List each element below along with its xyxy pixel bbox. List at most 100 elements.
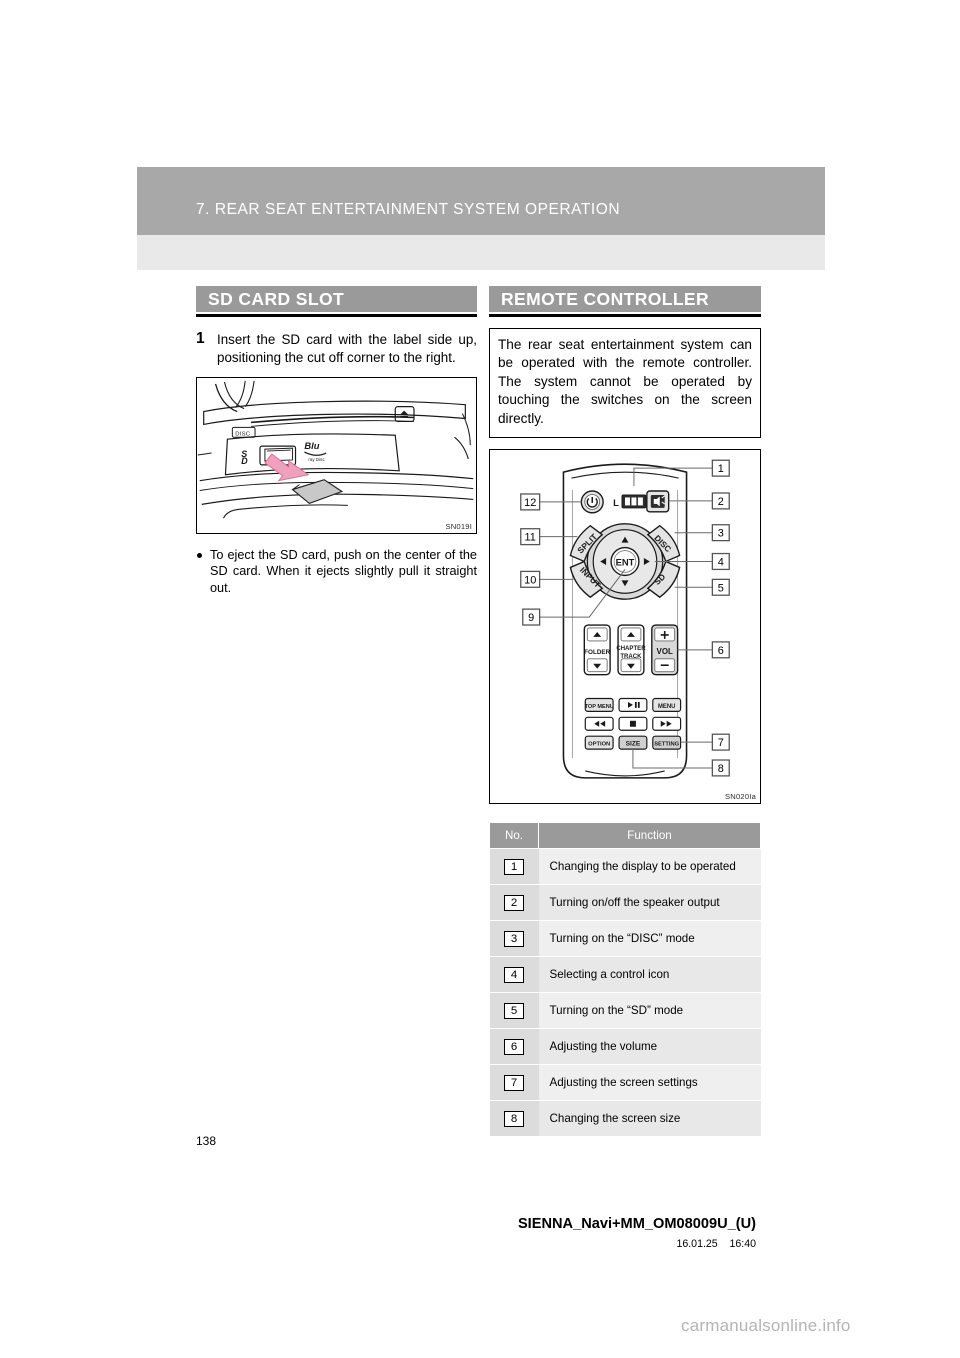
svg-text:DISC: DISC (235, 431, 250, 437)
page-number: 138 (196, 1134, 217, 1148)
svg-text:CHAPTER: CHAPTER (616, 646, 646, 652)
row-number-cell: 2 (489, 884, 539, 922)
svg-text:3: 3 (718, 528, 724, 540)
volume-button: VOL (651, 624, 679, 676)
svg-text:L: L (613, 497, 619, 508)
numbox: 5 (504, 1002, 524, 1019)
table-row: 3 Turning on the “DISC” mode (489, 920, 761, 958)
document-id: SIENNA_Navi+MM_OM08009U_(U) (517, 1216, 756, 1232)
svg-text:SIZE: SIZE (626, 741, 641, 748)
svg-text:6: 6 (718, 645, 724, 657)
svg-text:ENT: ENT (616, 556, 635, 567)
row-number-cell: 4 (489, 956, 539, 994)
table-row: 5 Turning on the “SD” mode (489, 992, 761, 1030)
svg-text:FOLDER: FOLDER (584, 649, 610, 656)
svg-text:1: 1 (718, 463, 724, 475)
row-number-cell: 1 (489, 848, 539, 886)
svg-text:4: 4 (718, 556, 724, 568)
sd-card-slot-section: SD CARD SLOT (196, 286, 477, 317)
chapter-track-button: CHAPTER TRACK (616, 624, 646, 676)
table-row: 1 Changing the display to be operated (489, 848, 761, 886)
figure-code-left: SN019I (444, 522, 473, 531)
sd-logo-glyph: S D (241, 449, 248, 466)
numbox: 7 (504, 1074, 524, 1091)
remote-controller-section: REMOTE CONTROLLER (489, 286, 761, 317)
sd-card-graphic (291, 479, 344, 504)
insert-arrow (264, 453, 310, 482)
section-heading-rule (196, 314, 477, 317)
svg-text:9: 9 (528, 612, 534, 624)
remote-controller-figure: L R (489, 449, 761, 805)
site-watermark: carmanualsonline.info (681, 1316, 851, 1335)
sd-card-slot-figure: S D Blu ray Disc DISC SN019I (196, 377, 477, 534)
chapter-title: 7. REAR SEAT ENTERTAINMENT SYSTEM OPERAT… (196, 201, 621, 218)
section-heading-bar-remote: REMOTE CONTROLLER (489, 286, 761, 312)
table-row: 4 Selecting a control icon (489, 956, 761, 994)
table-row: 2 Turning on/off the speaker output (489, 884, 761, 922)
row-function-cell: Turning on/off the speaker output (538, 884, 761, 922)
function-table: No. Function 1 Changing the display to b… (489, 822, 761, 1138)
row-number-cell: 6 (489, 1028, 539, 1066)
table-header-row: No. Function (489, 822, 761, 850)
numbox: 6 (504, 1038, 524, 1055)
svg-text:ray Disc: ray Disc (308, 457, 325, 462)
keypad-grid: TOP MENU MENU OPTION SIZE SETTING (585, 697, 682, 750)
document-time: 16:40 (729, 1238, 756, 1250)
document-date: 16.01.25 (676, 1238, 718, 1250)
figure-code-right: SN020Ia (724, 792, 757, 802)
section-heading-label: SD CARD SLOT (208, 289, 345, 309)
sd-card-slot-drawing: S D Blu ray Disc DISC (197, 380, 474, 519)
svg-text:12: 12 (524, 497, 536, 509)
numbox: 2 (504, 894, 524, 911)
table-row: 8 Changing the screen size (489, 1100, 761, 1138)
svg-text:2: 2 (718, 496, 724, 508)
step-text: Insert the SD card with the label side u… (217, 332, 477, 365)
remote-controller-drawing: L R (520, 459, 730, 779)
row-function-cell: Turning on the “DISC” mode (538, 920, 761, 958)
table-body: 1 Changing the display to be operated 2 … (489, 848, 761, 1138)
svg-text:D: D (241, 456, 248, 466)
svg-text:5: 5 (718, 582, 724, 594)
table-row: 6 Adjusting the volume (489, 1028, 761, 1066)
row-number-cell: 5 (489, 992, 539, 1030)
svg-text:7: 7 (718, 737, 724, 749)
step-number: 1 (196, 330, 205, 347)
svg-text:10: 10 (524, 574, 536, 586)
svg-text:VOL: VOL (657, 647, 673, 656)
manual-page: 7. REAR SEAT ENTERTAINMENT SYSTEM OPERAT… (0, 0, 960, 1358)
eject-note: To eject the SD card, push on the center… (196, 547, 477, 596)
svg-text:Blu: Blu (304, 441, 319, 451)
table-row: 7 Adjusting the screen settings (489, 1064, 761, 1102)
svg-text:MENU: MENU (658, 704, 675, 710)
row-function-cell: Turning on the “SD” mode (538, 992, 761, 1030)
row-number-cell: 8 (489, 1100, 539, 1138)
step-1: 1 Insert the SD card with the label side… (196, 330, 477, 366)
section-heading-rule-remote (489, 314, 761, 317)
column-header-function: Function (538, 822, 761, 850)
numbox: 1 (504, 858, 524, 875)
section-heading-bar: SD CARD SLOT (196, 286, 477, 312)
numbox: 8 (504, 1110, 524, 1127)
svg-text:SETTING: SETTING (654, 742, 679, 748)
row-number-cell: 3 (489, 920, 539, 958)
folder-button: FOLDER (583, 624, 611, 676)
remote-note-box: The rear seat entertainment system can b… (489, 328, 761, 439)
left-column: SD CARD SLOT 1 Insert the SD card with t… (196, 286, 477, 596)
row-function-cell: Selecting a control icon (538, 956, 761, 994)
numbox: 3 (504, 930, 524, 947)
svg-text:11: 11 (525, 532, 536, 544)
column-header-no: No. (489, 822, 539, 850)
right-column: REMOTE CONTROLLER The rear seat entertai… (489, 286, 761, 1138)
callouts-right: 1 2 3 4 5 6 7 8 (711, 459, 730, 777)
power-button (580, 490, 604, 514)
row-number-cell: 7 (489, 1064, 539, 1102)
document-timestamp: 16.01.25 16:40 (676, 1238, 756, 1250)
svg-text:TOP MENU: TOP MENU (585, 704, 614, 710)
svg-text:8: 8 (718, 763, 724, 775)
callouts-left: 12 11 10 9 (520, 493, 541, 626)
row-function-cell: Changing the display to be operated (538, 848, 761, 886)
chapter-header-band-light (137, 235, 825, 270)
svg-text:OPTION: OPTION (588, 742, 610, 748)
numbox: 4 (504, 966, 524, 983)
bluray-logo-glyph: Blu ray Disc (304, 441, 327, 462)
